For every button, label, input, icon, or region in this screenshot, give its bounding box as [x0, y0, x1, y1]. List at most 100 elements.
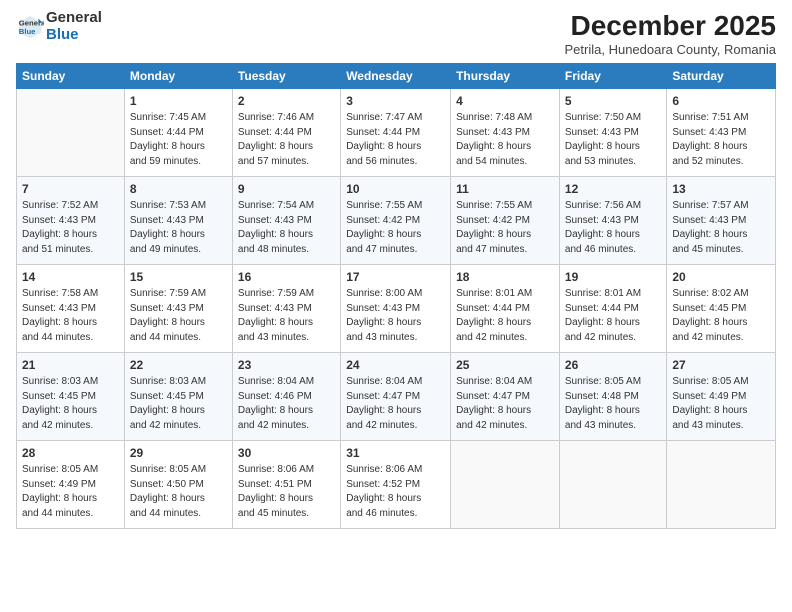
calendar-cell: 30Sunrise: 8:06 AMSunset: 4:51 PMDayligh…: [232, 441, 340, 529]
day-info-line: and 42 minutes.: [22, 419, 119, 434]
day-info-line: Sunrise: 7:59 AM: [130, 287, 227, 302]
day-info-line: Sunrise: 7:57 AM: [672, 199, 770, 214]
calendar-table: SundayMondayTuesdayWednesdayThursdayFrid…: [16, 63, 776, 529]
day-info-line: and 47 minutes.: [346, 243, 445, 258]
day-info-line: Daylight: 8 hours: [672, 316, 770, 331]
day-header-wednesday: Wednesday: [341, 64, 451, 89]
calendar-cell: 13Sunrise: 7:57 AMSunset: 4:43 PMDayligh…: [667, 177, 776, 265]
day-info-line: Sunset: 4:44 PM: [130, 126, 227, 141]
day-info-line: Daylight: 8 hours: [456, 140, 554, 155]
day-info-line: Sunset: 4:43 PM: [238, 302, 335, 317]
day-number: 3: [346, 93, 445, 110]
calendar-cell: 16Sunrise: 7:59 AMSunset: 4:43 PMDayligh…: [232, 265, 340, 353]
calendar-cell: 6Sunrise: 7:51 AMSunset: 4:43 PMDaylight…: [667, 89, 776, 177]
logo: General Blue General Blue: [16, 10, 102, 43]
day-info-line: Daylight: 8 hours: [22, 316, 119, 331]
day-number: 26: [565, 357, 661, 374]
calendar-cell: 3Sunrise: 7:47 AMSunset: 4:44 PMDaylight…: [341, 89, 451, 177]
page-subtitle: Petrila, Hunedoara County, Romania: [565, 42, 777, 57]
day-info-line: Sunrise: 8:06 AM: [238, 463, 335, 478]
day-header-sunday: Sunday: [17, 64, 125, 89]
calendar-cell: 22Sunrise: 8:03 AMSunset: 4:45 PMDayligh…: [124, 353, 232, 441]
calendar-cell: 23Sunrise: 8:04 AMSunset: 4:46 PMDayligh…: [232, 353, 340, 441]
day-info-line: Sunset: 4:44 PM: [565, 302, 661, 317]
day-info-line: Sunrise: 7:55 AM: [346, 199, 445, 214]
logo-icon: General Blue: [16, 13, 44, 41]
day-number: 30: [238, 445, 335, 462]
week-row-5: 28Sunrise: 8:05 AMSunset: 4:49 PMDayligh…: [17, 441, 776, 529]
day-info-line: Sunrise: 8:05 AM: [672, 375, 770, 390]
day-info-line: Sunset: 4:43 PM: [565, 126, 661, 141]
day-info-line: Sunrise: 7:46 AM: [238, 111, 335, 126]
day-number: 27: [672, 357, 770, 374]
day-number: 17: [346, 269, 445, 286]
day-info-line: Sunset: 4:42 PM: [456, 214, 554, 229]
page-title: December 2025: [565, 10, 777, 42]
day-info-line: and 51 minutes.: [22, 243, 119, 258]
day-header-thursday: Thursday: [451, 64, 560, 89]
day-info-line: Daylight: 8 hours: [672, 404, 770, 419]
day-info-line: and 47 minutes.: [456, 243, 554, 258]
day-info-line: Sunrise: 8:06 AM: [346, 463, 445, 478]
day-info-line: Daylight: 8 hours: [456, 404, 554, 419]
day-number: 14: [22, 269, 119, 286]
day-info-line: Sunset: 4:47 PM: [346, 390, 445, 405]
day-info-line: Sunrise: 7:47 AM: [346, 111, 445, 126]
day-info-line: Daylight: 8 hours: [238, 404, 335, 419]
day-info-line: and 42 minutes.: [565, 331, 661, 346]
day-info-line: Daylight: 8 hours: [565, 404, 661, 419]
week-row-3: 14Sunrise: 7:58 AMSunset: 4:43 PMDayligh…: [17, 265, 776, 353]
day-info-line: Sunrise: 7:56 AM: [565, 199, 661, 214]
day-info-line: Sunrise: 8:04 AM: [456, 375, 554, 390]
day-number: 21: [22, 357, 119, 374]
day-info-line: Sunrise: 8:00 AM: [346, 287, 445, 302]
day-info-line: Daylight: 8 hours: [130, 228, 227, 243]
day-info-line: Daylight: 8 hours: [238, 316, 335, 331]
calendar-cell: 7Sunrise: 7:52 AMSunset: 4:43 PMDaylight…: [17, 177, 125, 265]
day-info-line: Daylight: 8 hours: [130, 316, 227, 331]
calendar-cell: [17, 89, 125, 177]
day-info-line: and 53 minutes.: [565, 155, 661, 170]
day-number: 16: [238, 269, 335, 286]
svg-text:General: General: [19, 18, 44, 27]
day-info-line: Sunrise: 7:48 AM: [456, 111, 554, 126]
calendar-cell: 1Sunrise: 7:45 AMSunset: 4:44 PMDaylight…: [124, 89, 232, 177]
day-info-line: Daylight: 8 hours: [672, 140, 770, 155]
day-info-line: and 42 minutes.: [346, 419, 445, 434]
day-info-line: Daylight: 8 hours: [672, 228, 770, 243]
calendar-cell: 26Sunrise: 8:05 AMSunset: 4:48 PMDayligh…: [559, 353, 666, 441]
day-info-line: Sunrise: 8:04 AM: [346, 375, 445, 390]
day-info-line: and 46 minutes.: [346, 507, 445, 522]
day-info-line: Sunset: 4:43 PM: [130, 214, 227, 229]
day-number: 19: [565, 269, 661, 286]
day-info-line: and 49 minutes.: [130, 243, 227, 258]
calendar-cell: 24Sunrise: 8:04 AMSunset: 4:47 PMDayligh…: [341, 353, 451, 441]
calendar-cell: [559, 441, 666, 529]
day-info-line: Sunrise: 8:03 AM: [130, 375, 227, 390]
day-number: 29: [130, 445, 227, 462]
week-row-1: 1Sunrise: 7:45 AMSunset: 4:44 PMDaylight…: [17, 89, 776, 177]
day-info-line: Sunset: 4:48 PM: [565, 390, 661, 405]
day-info-line: Daylight: 8 hours: [130, 404, 227, 419]
day-info-line: and 44 minutes.: [22, 331, 119, 346]
day-info-line: Sunrise: 8:04 AM: [238, 375, 335, 390]
day-info-line: Sunset: 4:49 PM: [22, 478, 119, 493]
day-info-line: Sunrise: 8:01 AM: [565, 287, 661, 302]
day-info-line: Daylight: 8 hours: [130, 492, 227, 507]
day-info-line: and 44 minutes.: [130, 331, 227, 346]
day-info-line: Daylight: 8 hours: [22, 492, 119, 507]
day-info-line: Daylight: 8 hours: [456, 316, 554, 331]
calendar-cell: 8Sunrise: 7:53 AMSunset: 4:43 PMDaylight…: [124, 177, 232, 265]
day-number: 15: [130, 269, 227, 286]
day-info-line: and 57 minutes.: [238, 155, 335, 170]
day-header-friday: Friday: [559, 64, 666, 89]
day-info-line: Daylight: 8 hours: [130, 140, 227, 155]
day-info-line: Sunset: 4:43 PM: [238, 214, 335, 229]
day-info-line: Sunset: 4:45 PM: [130, 390, 227, 405]
week-row-2: 7Sunrise: 7:52 AMSunset: 4:43 PMDaylight…: [17, 177, 776, 265]
calendar-cell: 19Sunrise: 8:01 AMSunset: 4:44 PMDayligh…: [559, 265, 666, 353]
day-info-line: Sunrise: 8:03 AM: [22, 375, 119, 390]
day-number: 13: [672, 181, 770, 198]
day-info-line: Daylight: 8 hours: [238, 140, 335, 155]
day-number: 9: [238, 181, 335, 198]
